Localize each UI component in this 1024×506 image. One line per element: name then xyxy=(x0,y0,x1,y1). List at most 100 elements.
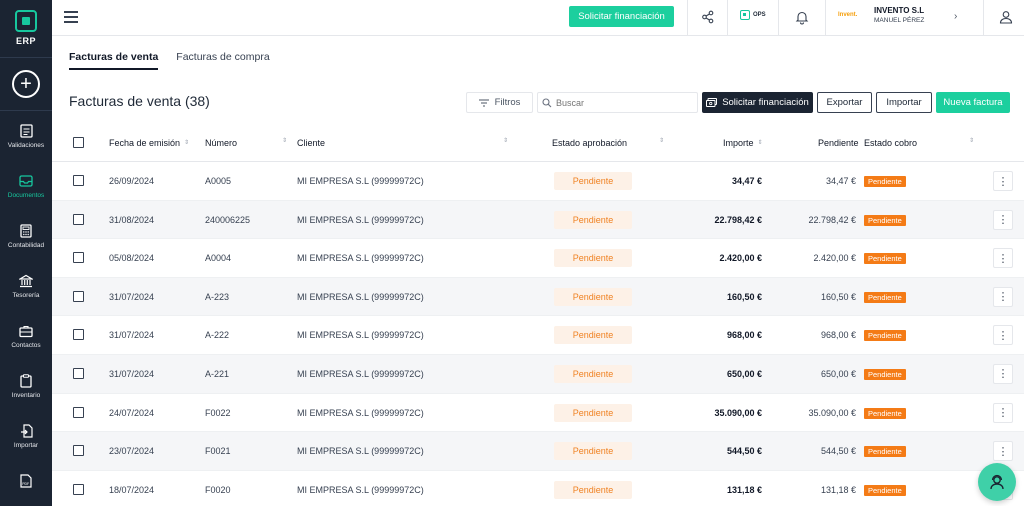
table-row[interactable]: 31/08/2024 240006225 MI EMPRESA S.L (99999… xyxy=(52,200,1024,240)
row-checkbox[interactable] xyxy=(73,367,84,379)
ops-button[interactable]: OPS xyxy=(740,10,766,20)
bell-icon[interactable] xyxy=(794,9,810,25)
share-icon[interactable] xyxy=(700,9,716,25)
row-checkbox[interactable] xyxy=(73,175,84,186)
sidebar-item-pdf[interactable]: PDF xyxy=(0,474,52,492)
cell-client[interactable]: MI EMPRESA S.L (99999972C) xyxy=(297,369,424,379)
column-header-sort-separator[interactable]: ⇕ xyxy=(282,138,287,144)
sort-icon[interactable]: ⇕ xyxy=(503,138,508,144)
row-actions-button[interactable]: ⋮ xyxy=(993,325,1013,346)
column-header-sort-separator[interactable]: ⇕ xyxy=(503,138,508,144)
sort-icon[interactable]: ⇕ xyxy=(184,140,189,146)
sidebar-item-tesoreria[interactable]: Tesorería xyxy=(0,274,52,299)
add-button[interactable]: + xyxy=(12,70,40,98)
row-actions-button[interactable]: ⋮ xyxy=(993,171,1013,191)
row-checkbox[interactable] xyxy=(73,252,84,264)
table-row[interactable]: 23/07/2024 F0021 MI EMPRESA S.L (99999972C… xyxy=(52,432,1024,471)
column-header-collection[interactable]: Estado cobro xyxy=(864,138,917,148)
cell-client[interactable]: MI EMPRESA S.L (99999972C) xyxy=(297,253,424,263)
sidebar-item-label: Documentos xyxy=(7,192,45,199)
user-icon[interactable] xyxy=(998,9,1014,25)
import-button[interactable]: Importar xyxy=(876,92,932,113)
cell-client[interactable]: MI EMPRESA S.L (99999972C) xyxy=(297,215,424,225)
table-row[interactable]: 24/07/2024 F0022 MI EMPRESA S.L (99999972C… xyxy=(52,394,1024,433)
sidebar-divider xyxy=(0,57,52,58)
sort-icon[interactable]: ⇕ xyxy=(282,138,287,144)
cell-client[interactable]: MI EMPRESA S.L (99999972C) xyxy=(297,176,424,186)
cell-number[interactable]: F0020 xyxy=(205,485,231,495)
table-row[interactable]: 31/07/2024 A-221 MI EMPRESA S.L (99999972C… xyxy=(52,354,1024,394)
row-checkbox[interactable] xyxy=(73,445,84,457)
company-selector[interactable]: Invent. INVENTO S.L MANUEL PÉREZ xyxy=(838,6,924,24)
row-actions-button[interactable]: ⋮ xyxy=(993,248,1013,269)
cell-client[interactable]: MI EMPRESA S.L (99999972C) xyxy=(297,330,424,340)
column-header-sort-separator[interactable]: ⇕ xyxy=(969,138,974,144)
cell-number[interactable]: F0021 xyxy=(205,446,231,456)
row-actions-button[interactable]: ⋮ xyxy=(993,402,1013,423)
menu-icon[interactable] xyxy=(64,9,78,25)
cell-number[interactable]: F0022 xyxy=(205,408,231,418)
new-invoice-button[interactable]: Nueva factura xyxy=(936,92,1010,113)
support-button[interactable] xyxy=(978,463,1016,501)
tab-purchase-invoices[interactable]: Facturas de compra xyxy=(176,51,269,70)
row-checkbox[interactable] xyxy=(73,483,84,495)
column-header-amount[interactable]: Importe ⇕ xyxy=(723,138,763,148)
cell-client[interactable]: MI EMPRESA S.L (99999972C) xyxy=(297,408,424,418)
table-row[interactable]: 31/07/2024 A-222 MI EMPRESA S.L (99999972C… xyxy=(52,316,1024,355)
checklist-icon xyxy=(19,124,33,138)
collection-status-badge: Pendiente xyxy=(864,291,906,303)
sidebar-item-contabilidad[interactable]: Contabilidad xyxy=(0,224,52,249)
request-financing-button[interactable]: Solicitar financiación xyxy=(702,92,813,113)
row-checkbox[interactable] xyxy=(73,290,84,302)
cell-client[interactable]: MI EMPRESA S.L (99999972C) xyxy=(297,292,424,302)
cell-number[interactable]: 240006225 xyxy=(205,215,250,225)
cell-number[interactable]: A0004 xyxy=(205,253,231,263)
sidebar-item-documentos[interactable]: Documentos xyxy=(0,174,52,199)
cell-amount: 35.090,00 € xyxy=(714,407,762,418)
logo-icon xyxy=(15,10,37,32)
column-header-client[interactable]: Cliente xyxy=(297,138,325,148)
more-vertical-icon: ⋮ xyxy=(997,291,1009,304)
row-checkbox[interactable] xyxy=(73,329,84,341)
cell-amount: 968,00 € xyxy=(726,330,762,341)
sort-icon[interactable]: ⇕ xyxy=(659,138,664,144)
row-checkbox[interactable] xyxy=(73,406,84,418)
sidebar-item-inventario[interactable]: Inventario xyxy=(0,374,52,399)
more-vertical-icon: ⋮ xyxy=(997,214,1009,227)
row-actions-button[interactable]: ⋮ xyxy=(993,363,1013,384)
sort-icon[interactable]: ⇕ xyxy=(758,140,763,146)
row-actions-button[interactable]: ⋮ xyxy=(993,286,1013,307)
column-header-date[interactable]: Fecha de emisión ⇕ xyxy=(109,138,189,148)
cell-client[interactable]: MI EMPRESA S.L (99999972C) xyxy=(297,446,424,456)
row-checkbox[interactable] xyxy=(73,213,84,225)
cell-number[interactable]: A-222 xyxy=(205,330,229,340)
cell-number[interactable]: A-221 xyxy=(205,369,229,379)
search-input[interactable] xyxy=(556,97,696,108)
chevron-right-icon[interactable]: › xyxy=(954,11,957,22)
export-button[interactable]: Exportar xyxy=(817,92,872,113)
table-row[interactable]: 26/09/2024 A0005 MI EMPRESA S.L (99999972C… xyxy=(52,162,1024,201)
cell-client[interactable]: MI EMPRESA S.L (99999972C) xyxy=(297,485,424,495)
sidebar-item-importar[interactable]: Importar xyxy=(0,424,52,449)
request-financing-top-button[interactable]: Solicitar financiación xyxy=(569,6,674,27)
select-all-checkbox[interactable] xyxy=(73,137,84,148)
column-header-pending[interactable]: Pendiente xyxy=(818,138,859,148)
column-header-approval[interactable]: Estado aprobación xyxy=(552,138,627,148)
row-actions-button[interactable]: ⋮ xyxy=(993,441,1013,462)
sidebar-item-contactos[interactable]: Contactos xyxy=(0,324,52,349)
cell-number[interactable]: A0005 xyxy=(205,176,231,186)
table-row[interactable]: 05/08/2024 A0004 MI EMPRESA S.L (99999972C… xyxy=(52,239,1024,278)
column-header-number[interactable]: Número xyxy=(205,138,237,148)
column-header-sort-separator[interactable]: ⇕ xyxy=(659,138,664,144)
cell-pending: 160,50 € xyxy=(820,291,856,302)
app-logo[interactable]: ERP xyxy=(0,10,52,46)
cell-number[interactable]: A-223 xyxy=(205,292,229,302)
sidebar-divider xyxy=(0,110,52,111)
tab-sales-invoices[interactable]: Facturas de venta xyxy=(69,51,159,70)
row-actions-button[interactable]: ⋮ xyxy=(993,209,1013,230)
sort-icon[interactable]: ⇕ xyxy=(969,138,974,144)
table-row[interactable]: 18/07/2024 F0020 MI EMPRESA S.L (99999972C… xyxy=(52,471,1024,506)
sidebar-item-validaciones[interactable]: Validaciones xyxy=(0,124,52,149)
filters-button[interactable]: Filtros xyxy=(466,92,533,113)
table-row[interactable]: 31/07/2024 A-223 MI EMPRESA S.L (99999972C… xyxy=(52,277,1024,317)
